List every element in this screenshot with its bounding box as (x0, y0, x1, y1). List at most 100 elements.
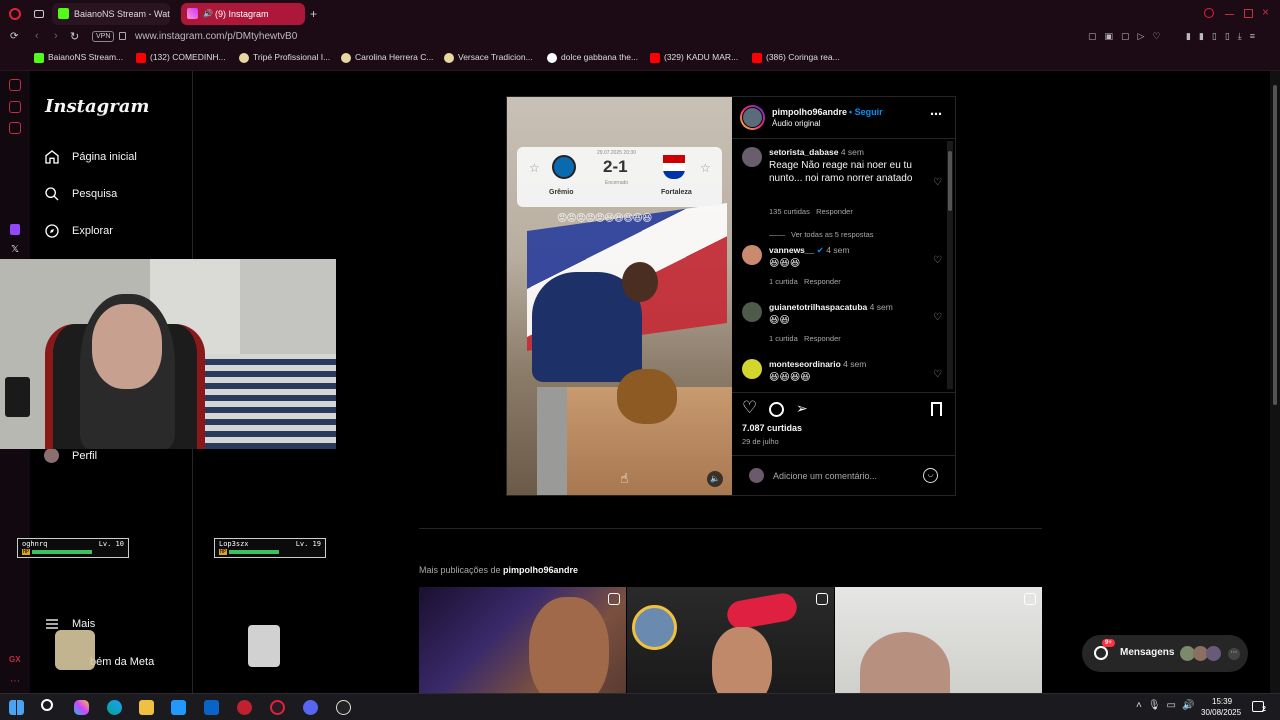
likes-count[interactable]: 7.087 curtidas (742, 423, 802, 433)
reply-button[interactable]: Responder (804, 277, 841, 286)
bookmark-item[interactable]: Versace Tradicion... (444, 52, 533, 63)
discord-icon[interactable] (303, 700, 318, 715)
like-comment-icon[interactable]: ♡ (933, 177, 942, 188)
gx-logo-icon[interactable]: GX (9, 655, 21, 664)
new-tab-button[interactable]: + (310, 7, 317, 21)
avatar[interactable] (742, 147, 762, 167)
edge-icon[interactable] (107, 700, 122, 715)
comment-username[interactable]: setorista_dabase (769, 147, 838, 157)
opera-gx-icon[interactable] (270, 700, 285, 715)
gx-corner-icon[interactable] (9, 122, 21, 134)
mute-button[interactable]: 🔈 (707, 471, 723, 487)
post-thumbnail[interactable] (419, 587, 626, 693)
opera-logo-icon[interactable] (9, 8, 21, 20)
share-icon[interactable]: ➢ (796, 400, 808, 417)
reload-sidebar-icon[interactable]: ⟳ (10, 31, 18, 42)
avatar[interactable] (742, 359, 762, 379)
x-twitter-icon[interactable]: 𝕏 (11, 244, 19, 255)
post-thumbnail[interactable] (835, 587, 1042, 693)
like-comment-icon[interactable]: ♡ (933, 369, 942, 380)
more-dots-icon[interactable]: ⋯ (10, 676, 20, 687)
nav-home[interactable]: Página inicial (44, 146, 137, 168)
bookmark-item[interactable]: dolce gabbana the... (547, 52, 638, 63)
tab-baianons-stream[interactable]: BaianoNS Stream - Watch (52, 3, 170, 25)
away-team: Fortaleza (661, 189, 692, 196)
youtube-icon (752, 53, 762, 63)
messages-button[interactable]: 9+ Mensagens ⋯ (1082, 635, 1248, 672)
bookmark-item[interactable]: Tripé Profissional I... (239, 52, 330, 63)
close-window-button[interactable]: × (1262, 5, 1269, 19)
search-icon[interactable] (41, 699, 53, 711)
aria-icon[interactable] (9, 79, 21, 91)
comment-username[interactable]: vannews__ (769, 245, 814, 255)
search-tabs-icon[interactable] (1204, 8, 1214, 18)
follow-button[interactable]: • Seguir (849, 107, 883, 117)
bookmark-item[interactable]: (132) COMEDINH... (136, 52, 226, 63)
like-comment-icon[interactable]: ♡ (933, 312, 942, 323)
comment-item: vannews__ ✔ 4 sem 😆😆😆 1 curtida Responde… (742, 245, 942, 295)
instagram-logo[interactable]: Instagram (45, 96, 149, 117)
like-icon[interactable]: ♡ (742, 398, 757, 418)
save-icon[interactable] (931, 402, 942, 416)
comments-scrollbar[interactable] (947, 141, 953, 389)
emoji-picker-icon[interactable]: ◡ (923, 468, 938, 483)
extensions-icons[interactable]: ▮▮▯▯⤓≡ (1186, 31, 1263, 42)
file-explorer-icon[interactable] (139, 700, 154, 715)
post-thumbnail[interactable] (627, 587, 834, 693)
more-posts-username[interactable]: pimpolho96andre (503, 565, 578, 575)
clock-date[interactable]: 30/08/2025 (1201, 708, 1241, 717)
page-scrollbar-track[interactable] (1270, 71, 1280, 693)
app-icon[interactable] (237, 700, 252, 715)
clock-time[interactable]: 15:39 (1212, 697, 1232, 706)
nav-search[interactable]: Pesquisa (44, 183, 117, 205)
like-comment-icon[interactable]: ♡ (933, 255, 942, 266)
comment-username[interactable]: guianetotrilhaspacatuba (769, 302, 867, 312)
reply-button[interactable]: Responder (816, 207, 853, 216)
outlook-icon[interactable] (204, 700, 219, 715)
player-icon[interactable] (9, 101, 21, 113)
obs-icon[interactable] (336, 700, 351, 715)
vpn-badge[interactable]: VPN (92, 31, 115, 42)
bookmark-item[interactable]: (329) KADU MAR... (650, 52, 738, 63)
windows-start-icon[interactable] (9, 700, 24, 715)
comment-item: guianetotrilhaspacatuba 4 sem 😆😆 1 curti… (742, 302, 942, 352)
minimize-button[interactable] (1225, 14, 1234, 15)
bookmark-item[interactable]: BaianoNS Stream... (34, 52, 123, 63)
comment-username[interactable]: monteseordinario (769, 359, 841, 369)
browser-tab-bar: BaianoNS Stream - Watch 🔊 (9) Instagram … (0, 0, 1280, 28)
store-icon[interactable] (171, 700, 186, 715)
bookmark-item[interactable]: Carolina Herrera C... (341, 52, 433, 63)
twitch-icon[interactable] (10, 224, 20, 235)
star-icon[interactable]: ☆ (700, 161, 711, 175)
comment-input[interactable]: Adicione um comentário... (773, 471, 877, 481)
forward-button[interactable]: › (54, 30, 58, 42)
avatar[interactable] (742, 245, 762, 265)
person-head (622, 262, 658, 302)
star-icon[interactable]: ☆ (529, 161, 540, 175)
audio-label[interactable]: Áudio original (772, 119, 820, 128)
store-icon (239, 53, 249, 63)
view-replies-button[interactable]: Ver todas as 5 respostas (791, 230, 874, 239)
divider (732, 392, 955, 393)
hand-cursor-icon: ☝ (620, 470, 629, 486)
face (712, 627, 772, 693)
workspaces-icon[interactable] (34, 10, 44, 18)
back-button[interactable]: ‹ (35, 30, 39, 42)
comment-icon[interactable] (769, 402, 784, 417)
avatar[interactable] (742, 302, 762, 322)
bookmark-item[interactable]: (386) Coringa rea... (752, 52, 840, 63)
maximize-button[interactable] (1244, 9, 1253, 18)
url-field[interactable]: www.instagram.com/p/DMtyhewtvB0 (135, 31, 297, 42)
tab-instagram[interactable]: 🔊 (9) Instagram (181, 3, 305, 25)
reload-button[interactable]: ↻ (70, 30, 79, 43)
system-tray-icons[interactable]: ˄🎙▭🔊 (1136, 700, 1200, 711)
nav-explore[interactable]: Explorar (44, 220, 113, 242)
search-icon (45, 187, 59, 201)
author-username[interactable]: pimpolho96andre (772, 107, 847, 117)
copilot-icon[interactable] (74, 700, 89, 715)
author-avatar[interactable] (740, 105, 765, 130)
youtube-icon (136, 53, 146, 63)
post-options-icon[interactable]: ⋯ (930, 107, 942, 121)
post-video[interactable]: ☆ Grêmio 29.07.2025 20:30 2-1 Encerrado … (507, 97, 732, 495)
reply-button[interactable]: Responder (804, 334, 841, 343)
